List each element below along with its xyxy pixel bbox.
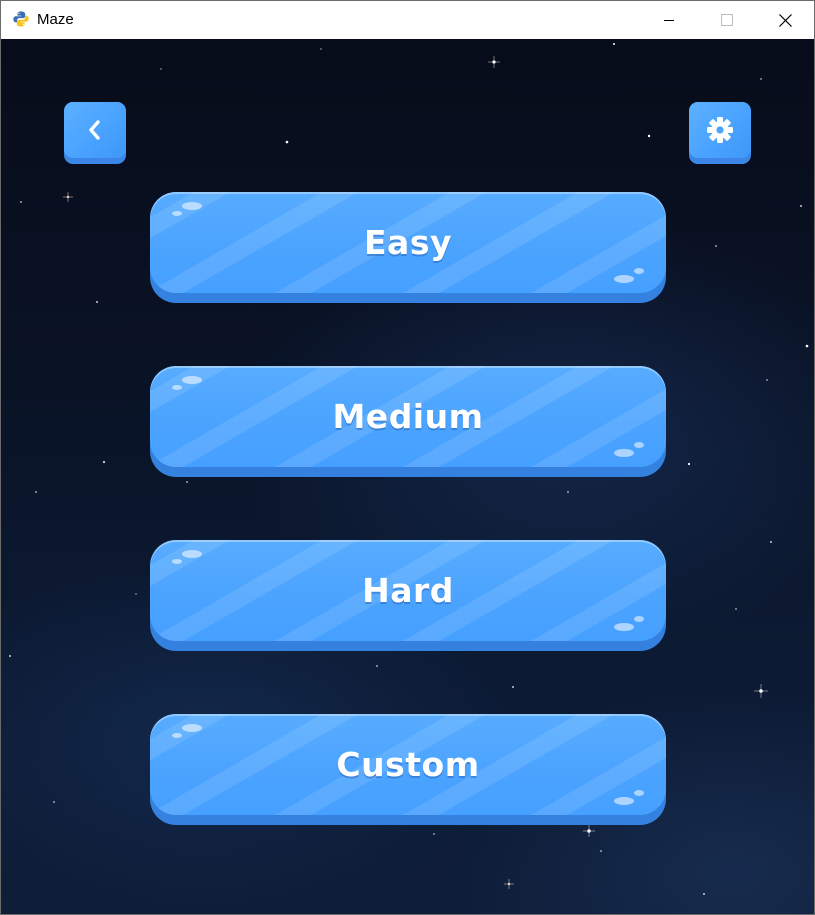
maximize-button[interactable] [698, 1, 756, 39]
chevron-left-icon [89, 120, 100, 140]
game-canvas: Easy Medium Hard Custom [1, 39, 814, 914]
easy-button-label: Easy [364, 223, 452, 262]
minimize-icon [664, 20, 674, 21]
hard-button-label: Hard [362, 571, 454, 610]
settings-button-face [689, 102, 751, 158]
medium-button-label: Medium [332, 397, 484, 436]
back-button[interactable] [64, 102, 126, 164]
maximize-icon [721, 14, 733, 26]
app-window: Maze Easy Medium Hard Custom [0, 0, 815, 915]
python-snake-icon [13, 11, 29, 27]
custom-button[interactable]: Custom [150, 714, 666, 825]
close-button[interactable] [756, 1, 814, 39]
easy-button[interactable]: Easy [150, 192, 666, 303]
gear-icon [707, 117, 733, 143]
settings-button[interactable] [689, 102, 751, 164]
custom-button-label: Custom [336, 745, 480, 784]
window-title: Maze [37, 11, 74, 28]
hard-button[interactable]: Hard [150, 540, 666, 651]
close-icon [778, 13, 792, 27]
medium-button[interactable]: Medium [150, 366, 666, 477]
title-bar[interactable]: Maze [1, 1, 814, 39]
back-button-face [64, 102, 126, 158]
minimize-button[interactable] [640, 1, 698, 39]
